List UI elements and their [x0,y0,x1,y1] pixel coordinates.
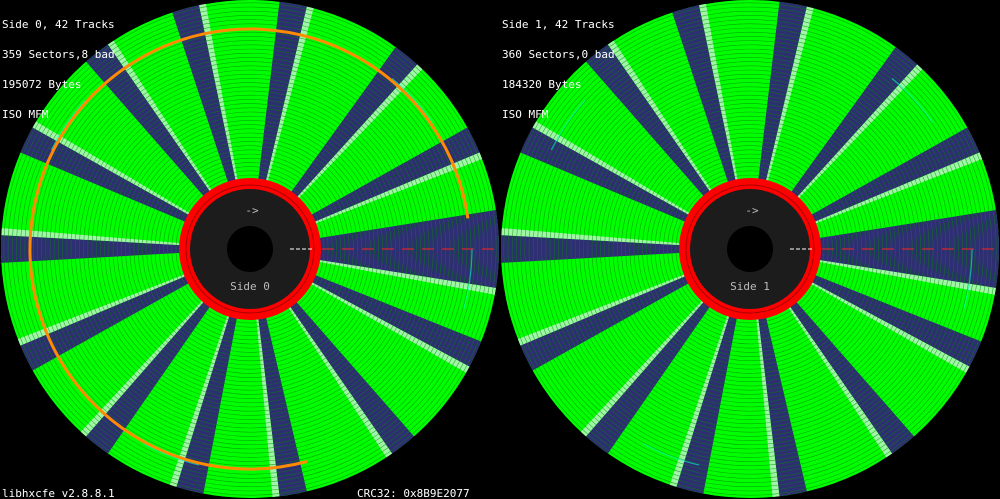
side-0-info: Side 0, 42 Tracks 359 Sectors,8 bad 1950… [2,0,115,140]
spindle-hole [727,226,773,272]
side-0-bytes: 195072 Bytes [2,78,82,91]
spindle-hole [227,226,273,272]
crc32-checksum: CRC32: 0x8B9E2077 [357,487,470,499]
side-1-tracks: Side 1, 42 Tracks [502,18,615,31]
disk-viewer: Side 0 -> Side 1 -> Side 0, 42 Tracks 35… [0,0,1000,499]
hub-label-side-1: Side 1 [730,280,770,293]
side-1-encoding: ISO MFM [502,108,549,121]
side-1-bytes: 184320 Bytes [502,78,582,91]
side-0-tracks: Side 0, 42 Tracks [2,18,115,31]
side-0-encoding: ISO MFM [2,108,49,121]
direction-arrow-icon: -> [245,204,259,217]
side-1-sectors: 360 Sectors,0 bad [502,48,615,61]
library-version: libhxcfe v2.8.8.1 [2,487,115,499]
side-1-info: Side 1, 42 Tracks 360 Sectors,0 bad 1843… [502,0,615,140]
direction-arrow-icon: -> [745,204,759,217]
hub-label-side-0: Side 0 [230,280,270,293]
side-0-sectors: 359 Sectors,8 bad [2,48,115,61]
